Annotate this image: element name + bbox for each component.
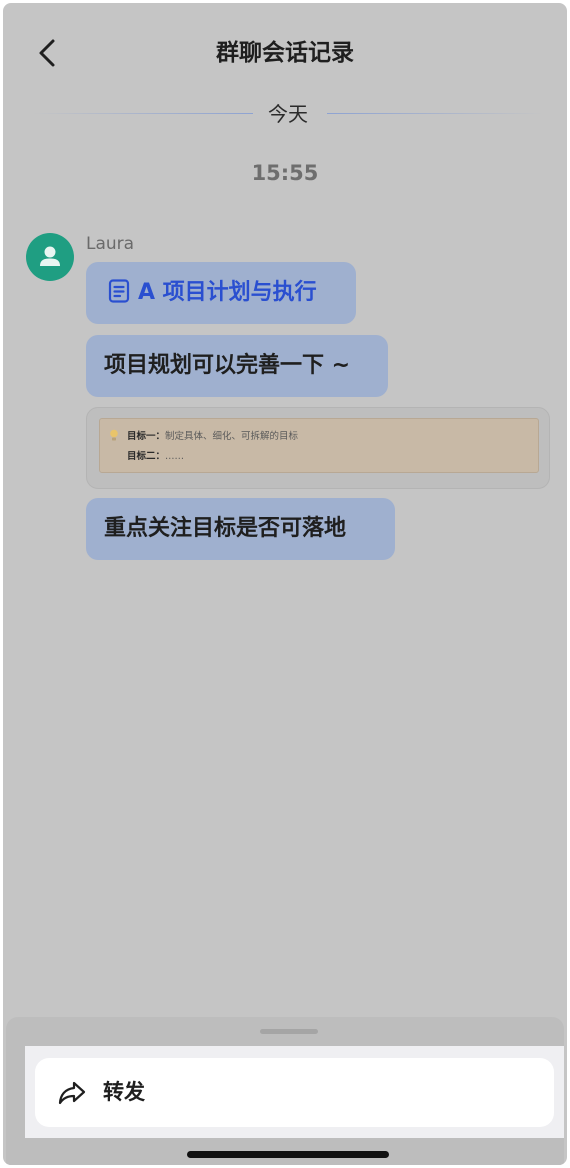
timestamp: 15:55 (251, 161, 319, 185)
callout-value: …… (165, 451, 185, 462)
action-panel: 转发 (25, 1046, 564, 1138)
forward-button[interactable]: 转发 (35, 1058, 554, 1127)
drag-handle[interactable] (260, 1029, 318, 1034)
date-label: 今天 (268, 102, 308, 126)
avatar[interactable] (26, 233, 74, 281)
divider-line-left (33, 113, 253, 114)
callout-value: 制定具体、细化、可拆解的目标 (165, 431, 299, 442)
doc-link-message[interactable]: A 项目计划与执行 (86, 262, 356, 324)
forward-label: 转发 (103, 1080, 145, 1104)
callout-key: 目标一： (127, 431, 166, 442)
callout-key: 目标二： (127, 451, 166, 462)
quoted-doc-card[interactable]: 目标一：制定具体、细化、可拆解的目标 目标二：…… (86, 407, 550, 489)
document-icon (108, 279, 130, 303)
lightbulb-icon (110, 429, 118, 441)
sender-name: Laura (86, 234, 135, 254)
callout-line: 目标二：…… (127, 450, 184, 464)
text-message[interactable]: 项目规划可以完善一下 ~ (86, 335, 388, 397)
divider-line-right (327, 113, 543, 114)
callout-block: 目标一：制定具体、细化、可拆解的目标 目标二：…… (99, 418, 539, 473)
page-title: 群聊会话记录 (216, 40, 354, 66)
chat-history-screen: 群聊会话记录 今天 15:55 Laura A 项目计划与执行 项目规划可以完善… (3, 3, 567, 1165)
date-divider: 今天 (33, 99, 543, 129)
user-icon (40, 246, 60, 266)
callout-line: 目标一：制定具体、细化、可拆解的目标 (127, 430, 298, 444)
header: 群聊会话记录 (3, 3, 567, 103)
action-sheet: 转发 (6, 1017, 564, 1165)
home-indicator (187, 1151, 389, 1158)
doc-link-title: A 项目计划与执行 (138, 280, 317, 305)
share-forward-icon (58, 1081, 86, 1105)
text-message[interactable]: 重点关注目标是否可落地 (86, 498, 395, 560)
